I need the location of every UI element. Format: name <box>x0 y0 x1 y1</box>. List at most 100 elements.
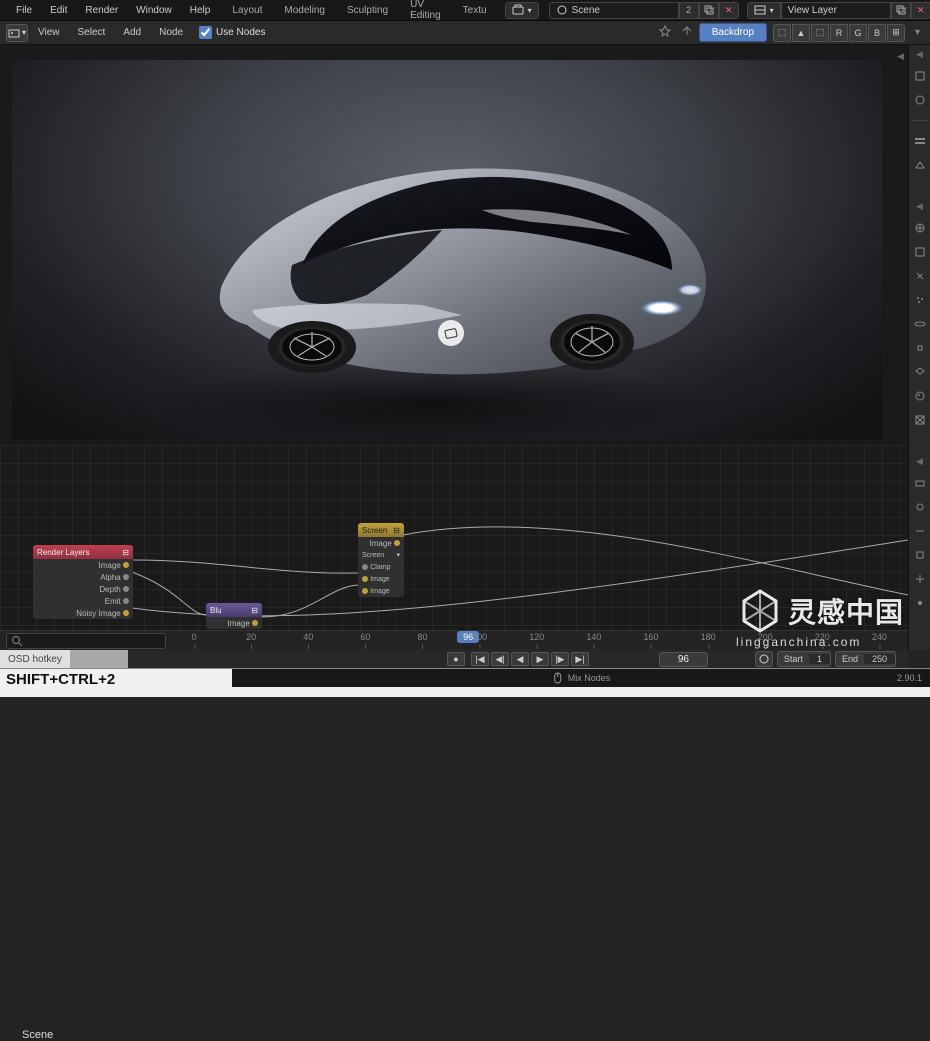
viewlayer-dropdown[interactable]: ▾ <box>747 2 781 19</box>
timeline-tick: 180 <box>701 632 716 642</box>
workspace-tab-uvediting[interactable]: UV Editing <box>400 0 451 24</box>
node-collapse-icon[interactable]: ⊟ <box>251 606 258 615</box>
chevron-left-icon[interactable]: ◀ <box>916 49 923 60</box>
chevron-left-icon[interactable]: ◀ <box>916 201 923 212</box>
copy-icon <box>703 4 715 16</box>
node-collapse-icon[interactable]: ⊟ <box>122 548 129 557</box>
auto-keyframe-button[interactable]: ● <box>447 652 465 666</box>
chevron-left-icon[interactable]: ◀ <box>916 456 923 467</box>
jump-end-button[interactable]: ▶| <box>571 652 589 666</box>
jump-start-button[interactable]: |◀ <box>471 652 489 666</box>
prop-tab-material-icon[interactable] <box>912 388 928 404</box>
use-nodes-checkbox[interactable]: Use Nodes <box>193 26 271 39</box>
current-frame-field[interactable]: 96 <box>659 652 708 667</box>
workspace-tab-layout[interactable]: Layout <box>222 2 272 19</box>
timeline-tick: 160 <box>643 632 658 642</box>
timeline-search-input[interactable] <box>6 633 166 649</box>
menu-render[interactable]: Render <box>77 3 126 18</box>
prop-tab-physics-icon[interactable] <box>912 316 928 332</box>
socket-label: Image <box>99 561 121 570</box>
prop-tab-render-icon[interactable] <box>912 68 928 84</box>
prop-tab-extra-1-icon[interactable] <box>912 475 928 491</box>
menu-window[interactable]: Window <box>128 3 180 18</box>
node-editor-icon <box>8 27 20 39</box>
start-frame-field[interactable]: Start1 <box>777 651 831 667</box>
prop-tab-texture-icon[interactable] <box>912 412 928 428</box>
parent-node-icon[interactable] <box>677 25 697 40</box>
channel-btn-2[interactable]: ⬚ <box>811 24 829 42</box>
prop-tab-output-icon[interactable] <box>912 92 928 108</box>
prop-tab-extra-3-icon[interactable] <box>912 523 928 539</box>
header-select[interactable]: Select <box>70 24 114 41</box>
prop-tab-extra-4-icon[interactable] <box>912 547 928 563</box>
menu-file[interactable]: File <box>8 3 40 18</box>
header-add[interactable]: Add <box>115 24 149 41</box>
prop-tab-object-icon[interactable] <box>912 244 928 260</box>
channel-btn-6[interactable]: ⊞ <box>887 24 905 42</box>
pin-icon[interactable] <box>655 25 675 40</box>
header-node[interactable]: Node <box>151 24 191 41</box>
input-socket[interactable] <box>362 564 368 570</box>
channel-btn-0[interactable]: ⬚ <box>773 24 791 42</box>
scene-name-field[interactable]: Scene <box>549 2 679 19</box>
menu-edit[interactable]: Edit <box>42 3 75 18</box>
menu-help[interactable]: Help <box>182 3 219 18</box>
output-socket[interactable] <box>123 610 129 616</box>
mouse-icon <box>552 672 564 684</box>
output-socket[interactable] <box>252 620 258 626</box>
scene-new-button[interactable] <box>699 2 719 19</box>
prop-tab-constraints-icon[interactable] <box>912 340 928 356</box>
channel-btn-1[interactable]: ▲ <box>792 24 810 42</box>
panel-chevron-icon[interactable]: ▾ <box>911 27 924 38</box>
autokey-toggle[interactable] <box>755 651 773 667</box>
channel-btn-r[interactable]: R <box>830 24 848 42</box>
output-socket[interactable] <box>123 574 129 580</box>
prop-tab-viewlayer-icon[interactable] <box>912 133 928 149</box>
node-mix-screen[interactable]: Screen⊟ Image Screen▾ Clamp Image Image <box>358 523 404 597</box>
keyframe-next-button[interactable]: |▶ <box>551 652 569 666</box>
header-view[interactable]: View <box>30 24 68 41</box>
node-render-layers[interactable]: Render Layers⊟ Image Alpha Depth Emit No… <box>33 545 133 619</box>
prop-tab-particles-icon[interactable] <box>912 292 928 308</box>
workspace-tab-texturing[interactable]: Textu <box>453 2 497 19</box>
browse-scene-dropdown[interactable]: ▾ <box>505 2 539 19</box>
prop-tab-world-icon[interactable] <box>912 220 928 236</box>
prop-tab-data-icon[interactable] <box>912 364 928 380</box>
node-collapse-icon[interactable]: ⊟ <box>393 526 400 535</box>
timeline-scale[interactable]: 96 020406080100120140160180200220240 <box>194 632 908 650</box>
timeline-ruler[interactable]: 96 020406080100120140160180200220240 <box>0 630 908 650</box>
output-socket[interactable] <box>123 562 129 568</box>
keyframe-prev-button[interactable]: ◀| <box>491 652 509 666</box>
play-reverse-button[interactable]: ◀ <box>511 652 529 666</box>
input-socket[interactable] <box>362 576 368 582</box>
viewlayer-name-field[interactable]: View Layer <box>781 2 891 19</box>
compositor-backdrop-area[interactable]: ◀ <box>0 45 908 445</box>
scene-delete-button[interactable]: ✕ <box>719 2 739 19</box>
channel-btn-g[interactable]: G <box>849 24 867 42</box>
channel-btn-b[interactable]: B <box>868 24 886 42</box>
prop-tab-extra-5-icon[interactable] <box>912 571 928 587</box>
sidebar-toggle-chevron[interactable]: ◀ <box>897 51 904 62</box>
workspace-tab-sculpting[interactable]: Sculpting <box>337 2 398 19</box>
scene-users-count[interactable]: 2 <box>679 2 699 19</box>
end-frame-field[interactable]: End250 <box>835 651 896 667</box>
prop-tab-scene-icon[interactable] <box>912 157 928 173</box>
prop-tab-extra-2-icon[interactable] <box>912 499 928 515</box>
use-nodes-input[interactable] <box>199 26 212 39</box>
prop-tab-modifier-icon[interactable] <box>912 268 928 284</box>
socket-label: Clamp <box>370 564 390 571</box>
node-blur[interactable]: Blu⊟ Image <box>206 603 262 629</box>
output-socket[interactable] <box>123 586 129 592</box>
editor-type-selector[interactable]: ▾ <box>6 24 28 42</box>
output-socket[interactable] <box>123 598 129 604</box>
viewlayer-new-button[interactable] <box>891 2 911 19</box>
node-editor[interactable]: Render Layers⊟ Image Alpha Depth Emit No… <box>0 445 908 630</box>
prop-tab-extra-6-icon[interactable] <box>912 595 928 611</box>
viewlayer-delete-button[interactable]: ✕ <box>911 2 930 19</box>
workspace-tab-modeling[interactable]: Modeling <box>274 2 335 19</box>
output-socket[interactable] <box>394 540 400 546</box>
play-button[interactable]: ▶ <box>531 652 549 666</box>
backdrop-toggle[interactable]: Backdrop <box>699 23 767 42</box>
chevron-down-icon[interactable]: ▾ <box>396 551 400 559</box>
input-socket[interactable] <box>362 588 368 594</box>
